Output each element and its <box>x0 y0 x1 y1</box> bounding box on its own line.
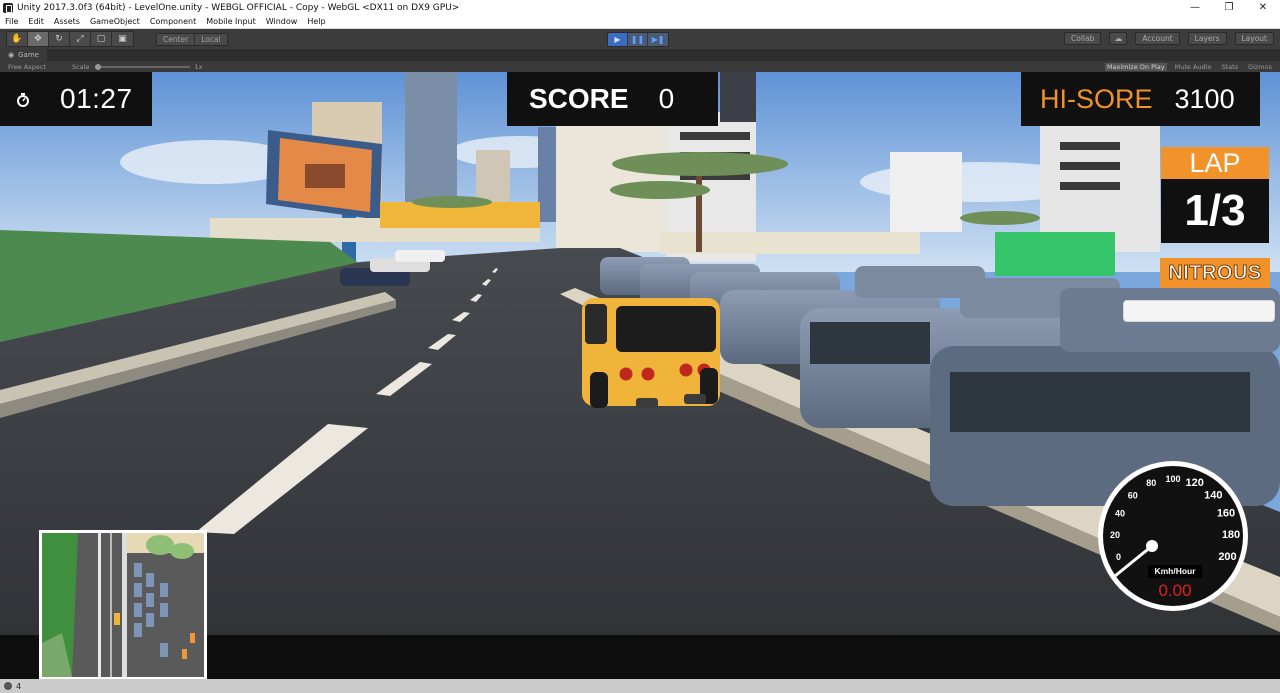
pivot-local-button[interactable]: Local <box>195 33 227 45</box>
speed-tick-label: 100 <box>1165 474 1180 484</box>
nitrous-label: NITROUS <box>1160 258 1270 288</box>
hand-icon[interactable]: ✋ <box>7 32 28 46</box>
toolbar: ✋ ✥ ↻ ⤢ ▢ ▣ Center Local ▶ ❚❚ ▶❚ Collab … <box>0 29 1280 49</box>
rotate-icon[interactable]: ↻ <box>49 32 70 46</box>
menu-help[interactable]: Help <box>302 17 330 26</box>
speed-tick-label: 40 <box>1115 508 1125 518</box>
speed-tick-label: 180 <box>1222 529 1240 541</box>
speed-tick-label: 60 <box>1128 490 1138 500</box>
aspect-dropdown[interactable]: Free Aspect <box>8 63 46 71</box>
step-icon[interactable]: ▶❚ <box>648 33 668 46</box>
play-icon[interactable]: ▶ <box>608 33 628 46</box>
speed-tick-label: 120 <box>1186 477 1204 489</box>
player-bus <box>582 298 720 408</box>
hiscore-panel: HI-SORE 3100 <box>1021 72 1260 126</box>
minimap <box>39 530 207 679</box>
pivot-toggles: Center Local <box>156 32 228 46</box>
speed-unit: Kmh/Hour <box>1148 565 1202 578</box>
transform-icon[interactable]: ▣ <box>112 32 133 46</box>
play-controls: ▶ ❚❚ ▶❚ <box>607 32 669 47</box>
green-building <box>995 232 1115 276</box>
menu-assets[interactable]: Assets <box>49 17 85 26</box>
title-bar: Unity 2017.3.0f3 (64bit) - LevelOne.unit… <box>0 0 1280 15</box>
game-tab-bar: ◉ Game <box>0 49 1280 61</box>
timer-panel: 01:27 <box>0 72 152 126</box>
minimize-icon[interactable]: — <box>1178 2 1212 13</box>
lap-label: LAP <box>1161 147 1269 179</box>
cloud-icon[interactable]: ☁ <box>1109 32 1128 45</box>
score-label: SCORE <box>529 83 629 114</box>
score-panel: SCORE 0 <box>507 72 718 126</box>
speed-tick-label: 200 <box>1218 551 1236 563</box>
menu-gameobject[interactable]: GameObject <box>85 17 145 26</box>
menu-file[interactable]: File <box>0 17 23 26</box>
speed-tick-label: 0 <box>1116 552 1121 562</box>
game-tab-label: Game <box>18 51 39 59</box>
pivot-center-button[interactable]: Center <box>157 33 196 45</box>
speed-value: 0.00 <box>1158 581 1192 600</box>
nitrous-bar <box>1123 300 1275 322</box>
layout-dropdown[interactable]: Layout <box>1234 32 1274 45</box>
pause-icon[interactable]: ❚❚ <box>628 33 648 46</box>
rect-icon[interactable]: ▢ <box>91 32 112 46</box>
gizmos-dropdown[interactable]: Gizmos <box>1246 63 1274 71</box>
menu-window[interactable]: Window <box>261 17 303 26</box>
unity-icon <box>3 2 13 13</box>
move-icon[interactable]: ✥ <box>28 32 49 46</box>
layers-dropdown[interactable]: Layers <box>1187 32 1227 45</box>
menu-mobile-input[interactable]: Mobile Input <box>201 17 261 26</box>
lap-value: 1/3 <box>1161 179 1269 243</box>
speed-tick-label: 160 <box>1217 507 1235 519</box>
stopwatch-icon <box>16 92 30 107</box>
game-tab[interactable]: ◉ Game <box>0 49 47 61</box>
needle-hub <box>1146 540 1158 552</box>
unity-editor: Unity 2017.3.0f3 (64bit) - LevelOne.unit… <box>0 0 1280 693</box>
account-dropdown[interactable]: Account <box>1135 32 1180 45</box>
scale-label: Scale <box>71 62 90 71</box>
menu-component[interactable]: Component <box>145 17 201 26</box>
game-viewport[interactable]: 01:27 SCORE 0 HI-SORE 3100 LAP 1/3 NITRO… <box>0 72 1280 679</box>
game-control-bar: Free Aspect Scale 1x Maximize On Play Mu… <box>0 61 1280 72</box>
info-icon <box>4 682 12 690</box>
speed-tick-label: 20 <box>1110 530 1120 540</box>
speed-tick-label: 80 <box>1146 478 1156 488</box>
timer-value: 01:27 <box>60 83 133 114</box>
speed-tick-label: 140 <box>1204 489 1222 501</box>
close-icon[interactable]: ✕ <box>1246 2 1280 13</box>
window-title: Unity 2017.3.0f3 (64bit) - LevelOne.unit… <box>17 2 460 13</box>
status-text: 4 <box>16 681 22 691</box>
menu-bar: File Edit Assets GameObject Component Mo… <box>0 15 1280 29</box>
maximize-on-play-toggle[interactable]: Maximize On Play <box>1104 62 1167 71</box>
scale-slider[interactable] <box>95 63 191 70</box>
toolbar-right: Collab ☁ Account Layers Layout <box>1064 32 1274 45</box>
status-bar: 4 <box>0 679 1280 693</box>
stats-toggle[interactable]: Stats <box>1219 63 1240 71</box>
menu-edit[interactable]: Edit <box>23 17 49 26</box>
maximize-icon[interactable]: ❐ <box>1212 2 1246 13</box>
scale-control[interactable]: Scale 1x <box>72 63 202 71</box>
hiscore-value: 3100 <box>1174 83 1235 114</box>
scale-value: 1x <box>194 62 203 71</box>
mute-audio-toggle[interactable]: Mute Audio <box>1173 63 1214 71</box>
score-value: 0 <box>658 83 675 114</box>
minimap-drawing <box>42 533 204 677</box>
collab-dropdown[interactable]: Collab <box>1064 32 1102 45</box>
game-tab-icon: ◉ <box>8 51 15 59</box>
hiscore-label: HI-SORE <box>1040 83 1153 114</box>
scale-icon[interactable]: ⤢ <box>70 32 91 46</box>
transform-tools: ✋ ✥ ↻ ⤢ ▢ ▣ <box>6 31 134 47</box>
